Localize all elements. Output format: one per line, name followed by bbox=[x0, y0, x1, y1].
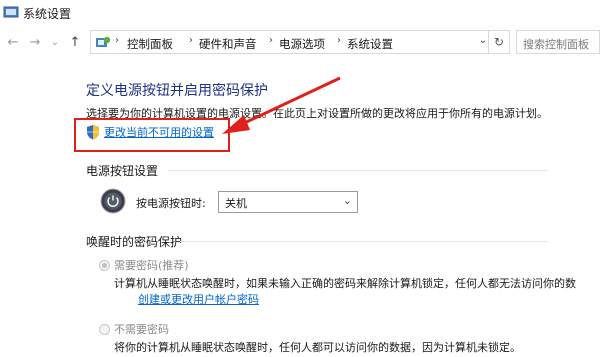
back-button[interactable]: ← bbox=[4, 33, 22, 51]
power-button-section-title: 电源按钮设置 bbox=[86, 164, 159, 178]
power-button-icon bbox=[100, 188, 126, 214]
address-history-chevron-icon[interactable]: ⌄ bbox=[479, 35, 487, 46]
radio-selected-dot bbox=[102, 263, 107, 268]
require-password-note: 计算机从睡眠状态唤醒时，如果未输入正确的密码来解除计算机锁定，任何人都无法访问你… bbox=[114, 277, 576, 290]
window-title: 系统设置 bbox=[23, 7, 72, 21]
require-password-label: 需要密码(推荐) bbox=[114, 259, 189, 272]
section-divider bbox=[180, 241, 548, 242]
no-password-label: 不需要密码 bbox=[114, 323, 169, 336]
breadcrumb-separator: › bbox=[189, 35, 193, 46]
breadcrumb-separator: › bbox=[115, 35, 119, 46]
no-password-note: 将你的计算机从睡眠状态唤醒时，任何人都可以访问你的数据，因为计算机未锁定。 bbox=[114, 341, 521, 354]
chevron-down-icon: ⌄ bbox=[342, 194, 352, 207]
no-password-radio[interactable] bbox=[99, 324, 110, 335]
control-panel-icon bbox=[96, 36, 111, 47]
up-button[interactable]: ↑ bbox=[66, 33, 84, 51]
breadcrumb-control-panel[interactable]: 控制面板 bbox=[127, 36, 173, 52]
section-divider bbox=[168, 170, 548, 171]
search-input[interactable]: 搜索控制面板 bbox=[516, 30, 600, 54]
system-settings-icon bbox=[3, 6, 19, 18]
create-change-password-link[interactable]: 创建或更改用户帐户密码 bbox=[138, 291, 259, 307]
password-section-title: 唤醒时的密码保护 bbox=[86, 235, 183, 249]
power-button-action-label: 按电源按钮时: bbox=[136, 197, 206, 210]
breadcrumb-system-settings[interactable]: 系统设置 bbox=[347, 36, 393, 52]
annotation-highlight-box bbox=[74, 118, 230, 152]
search-placeholder: 搜索控制面板 bbox=[523, 38, 589, 51]
forward-button[interactable]: → bbox=[26, 33, 44, 51]
require-password-radio[interactable] bbox=[99, 260, 110, 271]
address-bar[interactable]: › 控制面板 › 硬件和声音 › 电源选项 › 系统设置 ⌄ ↻ bbox=[90, 30, 510, 54]
breadcrumb-separator: › bbox=[269, 35, 273, 46]
page-title: 定义电源按钮并启用密码保护 bbox=[86, 83, 268, 99]
refresh-button[interactable]: ↻ bbox=[488, 30, 509, 54]
breadcrumb-separator: › bbox=[337, 35, 341, 46]
power-button-action-value: 关机 bbox=[225, 197, 247, 210]
navigation-bar: ← → ⌄ ↑ › 控制面板 › 硬件和声音 › 电源选项 › 系统设置 ⌄ ↻… bbox=[0, 30, 600, 56]
recent-locations-button[interactable]: ⌄ bbox=[46, 33, 64, 51]
power-button-action-select[interactable]: 关机 ⌄ bbox=[218, 191, 358, 213]
title-bar: 系统设置 bbox=[0, 0, 600, 26]
breadcrumb-hardware-sound[interactable]: 硬件和声音 bbox=[199, 36, 257, 52]
breadcrumb-power-options[interactable]: 电源选项 bbox=[279, 36, 325, 52]
